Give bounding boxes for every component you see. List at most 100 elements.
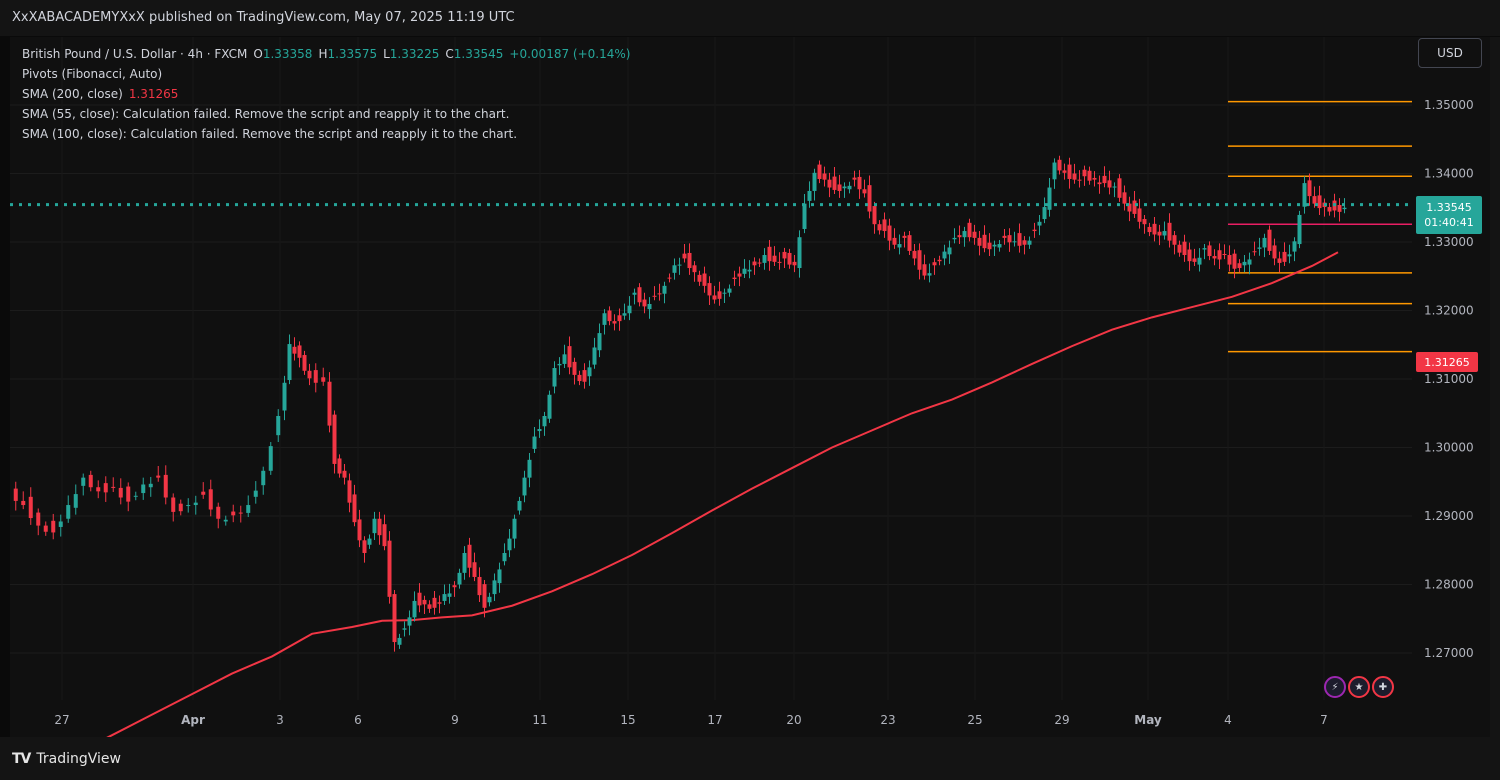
x-tick-label: Apr <box>181 713 205 727</box>
candle-body <box>947 247 952 255</box>
us-flag-icon[interactable]: ★ <box>1348 676 1370 698</box>
sma200-value: 1.31265 <box>128 87 179 101</box>
candle-body <box>1137 208 1142 222</box>
lightning-flag-icon[interactable]: ⚡ <box>1324 676 1346 698</box>
tradingview-logo-icon: TV <box>12 751 31 767</box>
candle-body <box>692 265 697 273</box>
candle-body <box>652 295 657 297</box>
candle-body <box>1177 244 1182 253</box>
candle-body <box>1242 261 1247 266</box>
candle-body <box>302 355 307 371</box>
candle-body <box>517 500 522 511</box>
candle-body <box>51 520 56 533</box>
candle-body <box>1197 257 1202 265</box>
currency-button[interactable]: USD <box>1418 38 1482 68</box>
candle-body <box>1052 162 1057 180</box>
candle-body <box>757 262 762 264</box>
candle-body <box>1217 250 1222 260</box>
candle-body <box>892 237 897 245</box>
tradingview-brand[interactable]: TV TradingView <box>12 751 121 767</box>
candle-body <box>912 250 917 259</box>
candle-body <box>437 602 442 604</box>
candle-body <box>1337 205 1342 212</box>
candle-body <box>877 224 882 231</box>
candle-body <box>527 459 532 478</box>
candle-body <box>617 315 622 322</box>
legend-sma55[interactable]: SMA (55, close): Calculation failed. Rem… <box>22 104 630 124</box>
candle-body <box>722 292 727 294</box>
x-tick-label: 17 <box>707 713 722 727</box>
sma55-error: SMA (55, close): Calculation failed. Rem… <box>22 107 510 121</box>
candle-body <box>1152 223 1157 235</box>
candle-body <box>797 237 802 269</box>
candle-body <box>607 310 612 322</box>
uk-flag-icon[interactable]: ✚ <box>1372 676 1394 698</box>
symbol-title[interactable]: British Pound / U.S. Dollar · 4h · FXCM <box>22 44 247 64</box>
candle-body <box>512 518 517 539</box>
candle-body <box>457 572 462 585</box>
candle-body <box>712 295 717 300</box>
candle-body <box>432 597 437 608</box>
y-tick-label: 1.34000 <box>1424 167 1474 181</box>
candle-body <box>612 321 617 324</box>
candle-body <box>1067 164 1072 179</box>
candle-body <box>897 244 902 248</box>
candle-body <box>602 313 607 325</box>
candle-body <box>332 414 337 464</box>
candle-body <box>1082 169 1087 177</box>
candle-body <box>682 253 687 259</box>
candle-body <box>902 235 907 238</box>
candle-body <box>522 477 527 496</box>
candle-body <box>201 491 206 495</box>
candle-body <box>1287 254 1292 257</box>
candle-body <box>642 299 647 307</box>
x-tick-label: 4 <box>1224 713 1232 727</box>
candle-body <box>1122 192 1127 204</box>
change-value: +0.00187 (+0.14%) <box>509 47 631 61</box>
candle-body <box>492 580 497 595</box>
candle-body <box>313 370 318 383</box>
last-price-badge: 1.33545 01:40:41 <box>1416 196 1482 234</box>
candle-body <box>697 274 702 282</box>
candle-body <box>1232 253 1237 269</box>
candle-body <box>1132 200 1137 214</box>
candle-body <box>587 367 592 377</box>
candle-body <box>1257 247 1262 249</box>
candle-body <box>732 277 737 279</box>
candle-body <box>637 287 642 303</box>
candle-body <box>917 250 922 270</box>
legend-pivots[interactable]: Pivots (Fibonacci, Auto) <box>22 64 630 84</box>
candle-body <box>1037 221 1042 226</box>
candle-body <box>507 538 512 551</box>
candle-body <box>832 176 837 190</box>
candle-body <box>417 592 422 606</box>
candle-body <box>502 552 507 562</box>
x-tick-label: May <box>1134 713 1162 727</box>
candle-body <box>1222 253 1227 256</box>
candle-body <box>957 235 962 238</box>
legend-sma100[interactable]: SMA (100, close): Calculation failed. Re… <box>22 124 630 144</box>
y-tick-label: 1.28000 <box>1424 578 1474 592</box>
candle-body <box>562 354 567 364</box>
candle-body <box>268 446 273 471</box>
candle-body <box>1102 175 1107 184</box>
legend-sma200[interactable]: SMA (200, close) 1.31265 <box>22 84 630 104</box>
x-tick-label: 11 <box>532 713 547 727</box>
candle-body <box>231 511 236 516</box>
candle-body <box>307 370 312 379</box>
candle-body <box>141 484 146 494</box>
candle-body <box>407 617 412 626</box>
candle-body <box>367 538 372 545</box>
candle-body <box>387 540 392 597</box>
candle-body <box>297 345 302 358</box>
candle-body <box>1027 240 1032 245</box>
event-flags[interactable]: ⚡ ★ ✚ <box>1324 676 1394 698</box>
candle-body <box>1302 183 1307 207</box>
candle-body <box>397 637 402 645</box>
candle-body <box>467 544 472 568</box>
legend-symbol-row: British Pound / U.S. Dollar · 4h · FXCM … <box>22 44 630 64</box>
y-tick-label: 1.30000 <box>1424 441 1474 455</box>
candle-body <box>1297 214 1302 245</box>
candle-body <box>537 429 542 432</box>
candle-body <box>582 370 587 382</box>
